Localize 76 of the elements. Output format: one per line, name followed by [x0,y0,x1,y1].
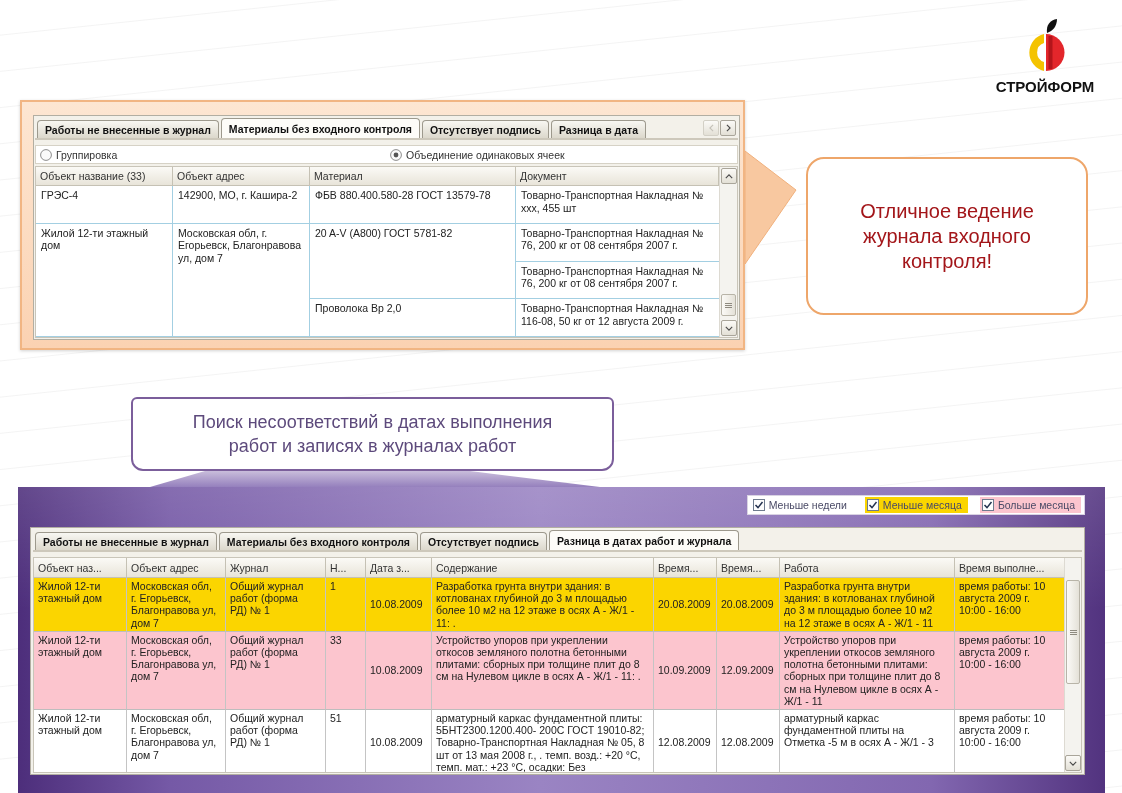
column-header[interactable]: Н... [326,558,366,578]
checkbox[interactable] [866,499,879,511]
scrollbar[interactable] [1064,558,1081,772]
column-header[interactable]: Журнал [226,558,326,578]
table-cell: 12.08.2009 [717,710,780,772]
logo-text: СТРОЙФОРМ [995,78,1095,95]
chevron-up-icon [724,173,733,179]
scroll-down-button[interactable] [720,320,737,336]
chevron-down-icon [724,325,733,331]
table-cell: арматурный каркас фундаментной плиты на Отметка -5 м в осях А - Ж/1 - 3 [780,710,955,772]
table-cell: 12.08.2009 [654,710,717,772]
scrollbar[interactable] [719,167,737,337]
table-cell: ГРЭС-4 [36,186,173,224]
chevron-left-icon [708,124,714,132]
column-header[interactable]: Объект название (33) [36,167,173,186]
table-cell: Московская обл, г. Егорьевск, Благонравова ул, дом 7 [127,710,226,772]
tab[interactable]: Работы не внесенные в журнал [35,532,217,550]
grip-icon [725,302,732,308]
table-cell: Общий журнал работ (форма РД) № 1 [226,578,326,632]
column-header[interactable]: Объект адрес [127,558,226,578]
callout-text: Отличное ведение журнала входного контроля! [859,198,1035,274]
table-row[interactable] [34,631,1064,711]
scroll-down-button[interactable] [1065,755,1081,771]
tab[interactable]: Отсутствует подпись [421,120,549,138]
scroll-thumb[interactable] [1066,580,1080,684]
chevron-down-icon [1069,760,1077,766]
chevron-right-icon [725,124,731,132]
table-cell: Московская обл, г. Егорьевск, Благонравова ул, дом 7 [127,578,226,632]
column-header[interactable]: Работа [780,558,955,578]
callout-text: Поиск несоответствий в датах выполнения работ и записях в журналах работ [191,411,554,458]
table-row[interactable] [34,578,1064,632]
tab-scroll-button[interactable] [720,120,736,136]
table-cell: ФБВ 880.400.580-28 ГОСТ 13579-78 [310,186,516,224]
table-cell: арматурный каркас фундаментной плиты: 5БНТ2300.1200.400- 200С ГОСТ 19010-82; Товарно-Транспортная Накладная № 05, 8 шт от 13 мая 2008 г., . темп. возд.: +20 °С, темп. мат.: +23 °С, осадки: Без [432,710,654,772]
scroll-thumb[interactable] [721,294,736,316]
column-header[interactable]: Время выполне... [955,558,1064,578]
table-cell: 51 [326,710,366,772]
table-cell: 10.08.2009 [366,578,432,632]
table-cell: 20.08.2009 [717,578,780,632]
table-cell: 20.08.2009 [654,578,717,632]
checkbox[interactable] [981,499,994,511]
table-cell: 142900, МО, г. Кашира-2 [173,186,310,224]
column-header[interactable]: Объект адрес [173,167,310,186]
column-header[interactable]: Документ [516,167,719,186]
tab[interactable]: Работы не внесенные в журнал [37,120,219,138]
tab[interactable]: Отсутствует подпись [419,532,547,550]
table-cell: 20 A-V (A800) ГОСТ 5781-82 [310,223,516,300]
table-cell: Жилой 12-ти этажный дом [36,223,173,337]
column-header[interactable]: Содержание [432,558,654,578]
table-cell: 1 [326,578,366,632]
radio-button[interactable] [40,148,52,161]
column-header[interactable]: Объект наз... [34,558,127,578]
tab[interactable]: Разница в дата [550,120,646,138]
table-cell: Проволока Вр 2,0 [310,299,516,337]
view-option[interactable]: Объединение одинаковых ячеек [390,148,565,161]
legend-toggle[interactable]: Меньше месяца [864,497,968,513]
table-cell: Общий журнал работ (форма РД) № 1 [226,710,326,772]
column-header[interactable]: Дата з... [366,558,432,578]
scroll-up-button[interactable] [720,168,737,184]
column-header[interactable]: Материал [310,167,516,186]
table-cell: Разработка грунта внутри здания: в котлованах глубиной до 3 м площадью более 10 м2 на 12 этаже в осях А - Ж/1 - 11: . [432,578,654,632]
checkbox[interactable] [752,499,765,511]
column-header[interactable]: Время... [717,558,780,578]
radio-button[interactable] [390,148,402,161]
table-cell: Жилой 12-ти этажный дом [34,710,127,772]
view-option[interactable]: Группировка [40,148,118,161]
table-cell: 10.08.2009 [366,710,432,772]
tab[interactable]: Материалы без входного контроля [220,118,420,138]
legend-toggle[interactable]: Больше месяца [979,497,1081,513]
column-header[interactable]: Время... [654,558,717,578]
tab[interactable]: Разница в датах работ и журнала [548,530,740,550]
table-cell: Жилой 12-ти этажный дом [34,578,127,632]
table-cell: Разработка грунта внутри здания: в котлованах глубиной до 3 м площадью более 10 м2 на 12 этаже в осях А - Ж/1 - 11 [780,578,955,632]
tab[interactable]: Материалы без входного контроля [218,532,418,550]
grip-icon [1069,629,1077,635]
table-cell: Московская обл, г. Егорьевск, Благонравова ул, дом 7 [173,223,310,337]
